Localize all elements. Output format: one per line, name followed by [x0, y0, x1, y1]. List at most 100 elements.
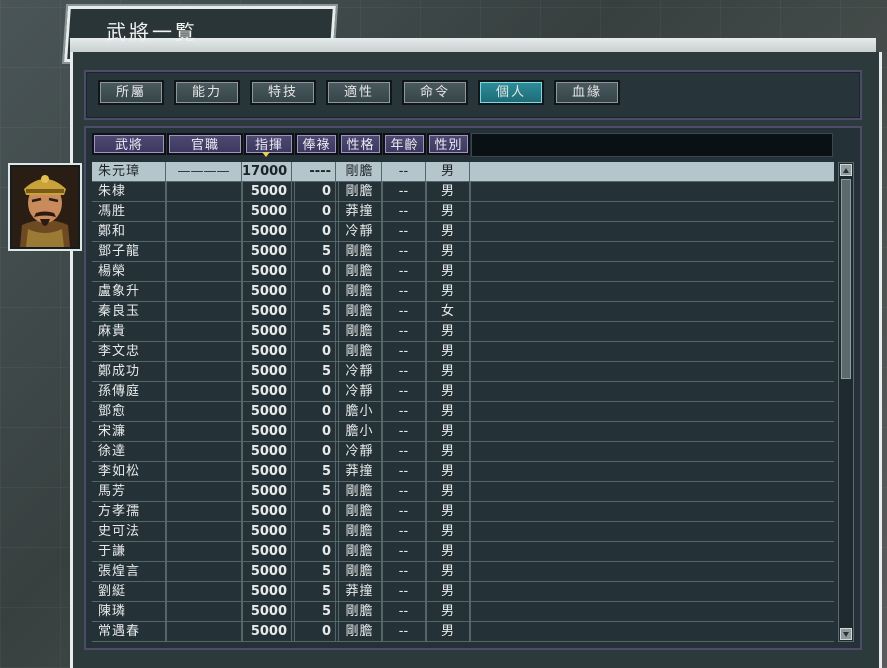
general-name: 宋濂 — [98, 422, 166, 441]
general-rank: ———— — [166, 162, 242, 181]
table-row[interactable]: 馮胜 5000 0 莽撞 -- 男 — [92, 202, 834, 222]
general-sex: 男 — [426, 382, 470, 401]
general-name: 徐達 — [98, 442, 166, 461]
table-row[interactable]: 朱棣 5000 0 剛膽 -- 男 — [92, 182, 834, 202]
table-row[interactable]: 李如松 5000 5 莽撞 -- 男 — [92, 462, 834, 482]
col-header-salary[interactable]: 俸祿 — [295, 133, 338, 155]
table-row[interactable]: 孫傳庭 5000 0 冷靜 -- 男 — [92, 382, 834, 402]
table-row[interactable]: 鄧愈 5000 0 膽小 -- 男 — [92, 402, 834, 422]
table-row[interactable]: 鄭和 5000 0 冷靜 -- 男 — [92, 222, 834, 242]
table-row[interactable]: 史可法 5000 5 剛膽 -- 男 — [92, 522, 834, 542]
col-header-personality[interactable]: 性格 — [339, 133, 382, 155]
tab-personal[interactable]: 個人 — [478, 80, 544, 105]
general-command: 5000 — [242, 402, 292, 421]
table-row[interactable]: 盧象升 5000 0 剛膽 -- 男 — [92, 282, 834, 302]
general-command: 5000 — [242, 562, 292, 581]
general-name: 鄧愈 — [98, 402, 166, 421]
table-row[interactable]: 徐達 5000 0 冷靜 -- 男 — [92, 442, 834, 462]
general-salary: 0 — [294, 202, 336, 221]
general-name: 盧象升 — [98, 282, 166, 301]
general-command: 5000 — [242, 222, 292, 241]
general-salary: 0 — [294, 622, 336, 641]
scrollbar[interactable] — [838, 162, 854, 642]
table-row[interactable]: 秦良玉 5000 5 剛膽 -- 女 — [92, 302, 834, 322]
tab-ability[interactable]: 能力 — [174, 80, 240, 105]
general-name: 常遇春 — [98, 622, 166, 641]
general-command: 5000 — [242, 482, 292, 501]
table-row[interactable]: 楊榮 5000 0 剛膽 -- 男 — [92, 262, 834, 282]
table-row[interactable]: 劉綎 5000 5 莽撞 -- 男 — [92, 582, 834, 602]
general-age: -- — [382, 342, 426, 361]
general-salary: 5 — [294, 322, 336, 341]
general-rank — [166, 322, 242, 341]
tab-affiliation[interactable]: 所屬 — [98, 80, 164, 105]
general-personality: 膽小 — [338, 402, 382, 421]
general-rank — [166, 422, 242, 441]
general-personality: 剛膽 — [338, 562, 382, 581]
col-header-general[interactable]: 武將 — [92, 133, 166, 155]
general-command: 5000 — [242, 362, 292, 381]
general-rank — [166, 402, 242, 421]
general-personality: 冷靜 — [338, 442, 382, 461]
tab-aptitude[interactable]: 適性 — [326, 80, 392, 105]
general-salary: ---- — [294, 162, 336, 181]
window-title: 武將一覧 — [106, 20, 198, 44]
general-sex: 男 — [426, 342, 470, 361]
scroll-thumb[interactable] — [841, 179, 851, 379]
col-header-sex[interactable]: 性別 — [427, 133, 470, 155]
general-salary: 5 — [294, 462, 336, 481]
general-rank — [166, 182, 242, 201]
table-row[interactable]: 方孝孺 5000 0 剛膽 -- 男 — [92, 502, 834, 522]
table-row[interactable]: 朱元璋 ———— 17000 ---- 剛膽 -- 男 — [92, 162, 834, 182]
general-rank — [166, 202, 242, 221]
scroll-up-icon[interactable] — [840, 164, 852, 176]
general-personality: 冷靜 — [338, 222, 382, 241]
general-sex: 男 — [426, 622, 470, 641]
table-row[interactable]: 李文忠 5000 0 剛膽 -- 男 — [92, 342, 834, 362]
general-age: -- — [382, 162, 426, 181]
general-sex: 男 — [426, 322, 470, 341]
general-age: -- — [382, 242, 426, 261]
table-row[interactable]: 鄧子龍 5000 5 剛膽 -- 男 — [92, 242, 834, 262]
general-name: 陳璘 — [98, 602, 166, 621]
tab-orders[interactable]: 命令 — [402, 80, 468, 105]
table-row[interactable]: 常遇春 5000 0 剛膽 -- 男 — [92, 622, 834, 642]
table-row[interactable]: 張煌言 5000 5 剛膽 -- 男 — [92, 562, 834, 582]
table-row[interactable]: 于謙 5000 0 剛膽 -- 男 — [92, 542, 834, 562]
tab-lineage[interactable]: 血緣 — [554, 80, 620, 105]
table-row[interactable]: 馬芳 5000 5 剛膽 -- 男 — [92, 482, 834, 502]
general-command: 5000 — [242, 502, 292, 521]
general-command: 5000 — [242, 202, 292, 221]
table-row[interactable]: 麻貴 5000 5 剛膽 -- 男 — [92, 322, 834, 342]
general-salary: 5 — [294, 362, 336, 381]
col-header-age[interactable]: 年齡 — [383, 133, 426, 155]
general-salary: 5 — [294, 302, 336, 321]
general-age: -- — [382, 442, 426, 461]
general-name: 孫傳庭 — [98, 382, 166, 401]
general-age: -- — [382, 222, 426, 241]
general-command: 5000 — [242, 422, 292, 441]
general-command: 5000 — [242, 262, 292, 281]
general-name: 麻貴 — [98, 322, 166, 341]
general-rank — [166, 542, 242, 561]
general-name: 朱元璋 — [98, 162, 166, 181]
scroll-down-icon[interactable] — [840, 628, 852, 640]
general-age: -- — [382, 482, 426, 501]
general-name: 李如松 — [98, 462, 166, 481]
general-rank — [166, 462, 242, 481]
general-sex: 男 — [426, 582, 470, 601]
general-personality: 冷靜 — [338, 362, 382, 381]
general-command: 5000 — [242, 322, 292, 341]
tab-skills[interactable]: 特技 — [250, 80, 316, 105]
general-salary: 5 — [294, 522, 336, 541]
general-personality: 莽撞 — [338, 462, 382, 481]
table-row[interactable]: 陳璘 5000 5 剛膽 -- 男 — [92, 602, 834, 622]
general-portrait — [8, 163, 82, 251]
table-row[interactable]: 宋濂 5000 0 膽小 -- 男 — [92, 422, 834, 442]
general-name: 鄧子龍 — [98, 242, 166, 261]
general-command: 5000 — [242, 382, 292, 401]
header-spacer — [471, 133, 833, 157]
table-row[interactable]: 鄭成功 5000 5 冷靜 -- 男 — [92, 362, 834, 382]
general-sex: 男 — [426, 362, 470, 381]
col-header-rank[interactable]: 官職 — [167, 133, 243, 155]
